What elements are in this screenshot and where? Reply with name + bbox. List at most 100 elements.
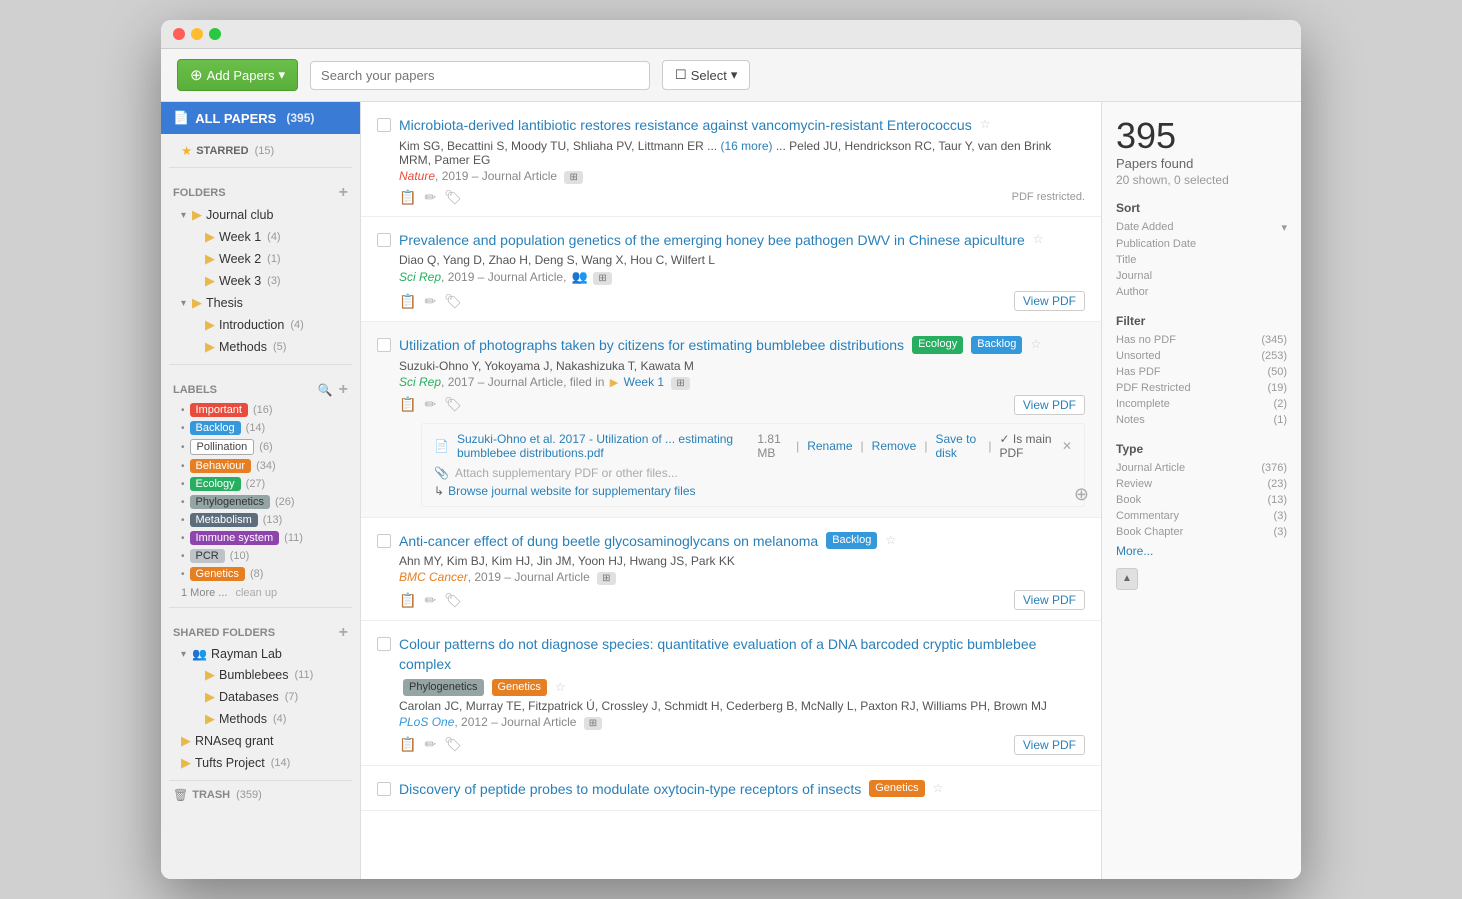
type-commentary[interactable]: Commentary (3) — [1116, 508, 1287, 524]
type-book[interactable]: Book (13) — [1116, 492, 1287, 508]
paper-checkbox[interactable] — [377, 782, 391, 796]
folder-thesis[interactable]: ▾ ▶ Thesis — [173, 292, 348, 314]
label-immune[interactable]: • Immune system (11) — [173, 529, 348, 547]
sort-author[interactable]: Author — [1116, 284, 1287, 300]
shared-folder-tufts[interactable]: ▶ Tufts Project (14) — [173, 752, 348, 774]
type-book-chapter[interactable]: Book Chapter (3) — [1116, 524, 1287, 540]
add-shared-folder-button[interactable]: + — [339, 624, 348, 642]
paper-star-icon[interactable]: ☆ — [933, 780, 944, 797]
search-input[interactable] — [310, 61, 650, 90]
view-pdf-button[interactable]: View PDF — [1014, 735, 1085, 755]
filed-folder-link[interactable]: Week 1 — [624, 375, 664, 389]
filter-pdf-restricted[interactable]: PDF Restricted (19) — [1116, 380, 1287, 396]
note-icon[interactable]: 📋 — [399, 592, 416, 609]
sort-title[interactable]: Title — [1116, 252, 1287, 268]
edit-icon[interactable]: ✏ — [424, 396, 436, 413]
paper-title[interactable]: Discovery of peptide probes to modulate … — [399, 780, 1085, 800]
pdf-attach-label[interactable]: Attach supplementary PDF or other files.… — [455, 466, 678, 480]
paper-star-icon[interactable]: ☆ — [885, 532, 896, 549]
view-pdf-button[interactable]: View PDF — [1014, 291, 1085, 311]
sort-date-added[interactable]: Date Added ▾ — [1116, 219, 1287, 236]
type-more-link[interactable]: More... — [1116, 544, 1287, 558]
filter-incomplete[interactable]: Incomplete (2) — [1116, 396, 1287, 412]
paper-title[interactable]: Prevalence and population genetics of th… — [399, 231, 1085, 251]
filter-no-pdf[interactable]: Has no PDF (345) — [1116, 332, 1287, 348]
minimize-dot[interactable] — [191, 28, 203, 40]
shared-folder-methods[interactable]: ▶ Methods (4) — [173, 708, 348, 730]
note-icon[interactable]: 📋 — [399, 293, 416, 310]
paper-checkbox[interactable] — [377, 118, 391, 132]
paper-title[interactable]: Utilization of photographs taken by citi… — [399, 336, 1085, 356]
filter-notes[interactable]: Notes (1) — [1116, 412, 1287, 428]
pdf-collapse-icon[interactable]: ⊕ — [1074, 484, 1089, 504]
pdf-remove-link[interactable]: Remove — [872, 439, 917, 453]
tag-icon[interactable]: 🏷 — [444, 396, 462, 413]
label-behaviour[interactable]: • Behaviour (34) — [173, 457, 348, 475]
type-journal-article[interactable]: Journal Article (376) — [1116, 460, 1287, 476]
label-genetics[interactable]: • Genetics (8) — [173, 565, 348, 583]
paper-star-icon[interactable]: ☆ — [555, 679, 566, 696]
sort-journal[interactable]: Journal — [1116, 268, 1287, 284]
pdf-save-link[interactable]: Save to disk — [935, 432, 980, 460]
tag-icon[interactable]: 🏷 — [444, 736, 462, 753]
add-folder-button[interactable]: + — [339, 184, 348, 202]
shared-folder-rnaseq[interactable]: ▶ RNAseq grant — [173, 730, 348, 752]
paper-star-icon[interactable]: ☆ — [980, 116, 991, 133]
type-review[interactable]: Review (23) — [1116, 476, 1287, 492]
add-label-button[interactable]: + — [339, 381, 348, 399]
paper-checkbox[interactable] — [377, 534, 391, 548]
paper-title[interactable]: Anti-cancer effect of dung beetle glycos… — [399, 532, 1085, 552]
pdf-main-close-icon[interactable]: ✕ — [1062, 439, 1072, 453]
label-backlog[interactable]: • Backlog (14) — [173, 419, 348, 437]
shared-folder-bumblebees[interactable]: ▶ Bumblebees (11) — [173, 664, 348, 686]
paper-checkbox[interactable] — [377, 338, 391, 352]
shared-folder-databases[interactable]: ▶ Databases (7) — [173, 686, 348, 708]
folder-introduction[interactable]: ▶ Introduction (4) — [173, 314, 348, 336]
label-pollination[interactable]: • Pollination (6) — [173, 437, 348, 457]
close-dot[interactable] — [173, 28, 185, 40]
pdf-rename-link[interactable]: Rename — [807, 439, 852, 453]
collapse-panel-button[interactable]: ▲ — [1116, 568, 1138, 590]
maximize-dot[interactable] — [209, 28, 221, 40]
sort-pub-date[interactable]: Publication Date — [1116, 236, 1287, 252]
view-pdf-button[interactable]: View PDF — [1014, 590, 1085, 610]
view-pdf-button[interactable]: View PDF — [1014, 395, 1085, 415]
edit-icon[interactable]: ✏ — [424, 736, 436, 753]
trash-item[interactable]: 🗑 TRASH (359) — [161, 785, 360, 805]
folder-week3[interactable]: ▶ Week 3 (3) — [173, 270, 348, 292]
edit-icon[interactable]: ✏ — [424, 189, 436, 206]
tag-icon[interactable]: 🏷 — [444, 189, 462, 206]
label-ecology[interactable]: • Ecology (27) — [173, 475, 348, 493]
note-icon[interactable]: 📋 — [399, 189, 416, 206]
pdf-browse-link[interactable]: Browse journal website for supplementary… — [448, 484, 695, 498]
label-important[interactable]: • Important (16) — [173, 401, 348, 419]
paper-checkbox[interactable] — [377, 637, 391, 651]
starred-item[interactable]: ★ STARRED (15) — [173, 140, 348, 161]
folder-journal-club[interactable]: ▾ ▶ Journal club — [173, 204, 348, 226]
add-papers-button[interactable]: ⊕ Add Papers ▾ — [177, 59, 298, 91]
folder-week1[interactable]: ▶ Week 1 (4) — [173, 226, 348, 248]
label-pcr[interactable]: • PCR (10) — [173, 547, 348, 565]
folder-week2[interactable]: ▶ Week 2 (1) — [173, 248, 348, 270]
edit-icon[interactable]: ✏ — [424, 293, 436, 310]
note-icon[interactable]: 📋 — [399, 736, 416, 753]
tag-icon[interactable]: 🏷 — [444, 293, 462, 310]
select-button[interactable]: ☐ Select ▾ — [662, 60, 750, 90]
tag-icon[interactable]: 🏷 — [444, 592, 462, 609]
search-labels-icon[interactable]: 🔍 — [318, 383, 333, 397]
paper-title[interactable]: Colour patterns do not diagnose species:… — [399, 635, 1085, 696]
label-phylogenetics[interactable]: • Phylogenetics (26) — [173, 493, 348, 511]
filter-unsorted[interactable]: Unsorted (253) — [1116, 348, 1287, 364]
paper-title[interactable]: Microbiota-derived lantibiotic restores … — [399, 116, 1085, 136]
note-icon[interactable]: 📋 — [399, 396, 416, 413]
label-metabolism[interactable]: • Metabolism (13) — [173, 511, 348, 529]
edit-icon[interactable]: ✏ — [424, 592, 436, 609]
pdf-name-link[interactable]: Suzuki-Ohno et al. 2017 - Utilization of… — [457, 432, 733, 460]
filter-has-pdf[interactable]: Has PDF (50) — [1116, 364, 1287, 380]
labels-cleanup[interactable]: clean up — [235, 587, 277, 599]
shared-folder-rayman-lab[interactable]: ▾ 👥 Rayman Lab — [173, 644, 348, 664]
paper-checkbox[interactable] — [377, 233, 391, 247]
paper-star-icon[interactable]: ☆ — [1030, 336, 1041, 353]
labels-more-label[interactable]: 1 More ... — [181, 587, 227, 599]
all-papers-item[interactable]: 📄 ALL PAPERS (395) — [161, 102, 360, 134]
